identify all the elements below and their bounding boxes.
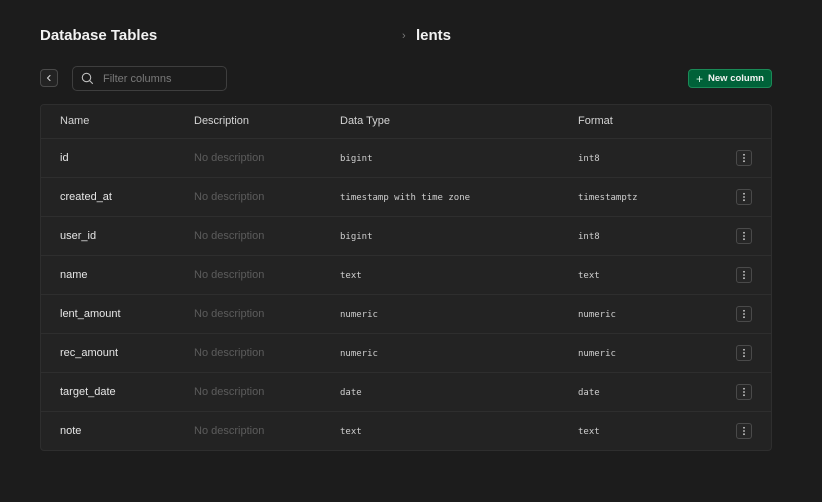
column-description: No description xyxy=(194,347,265,359)
column-description: No description xyxy=(194,269,265,281)
column-data-type: numeric xyxy=(340,310,378,320)
column-header-description: Description xyxy=(194,115,250,127)
column-format: text xyxy=(578,271,600,281)
table-header-row: Name Description Data Type Format xyxy=(41,105,771,139)
table-row[interactable]: rec_amount No description numeric numeric xyxy=(41,334,771,373)
more-vertical-icon xyxy=(742,270,746,280)
plus-icon: + xyxy=(696,71,704,86)
more-vertical-icon xyxy=(742,231,746,241)
columns-table: Name Description Data Type Format id No d… xyxy=(40,104,772,451)
row-actions-button[interactable] xyxy=(736,306,752,322)
row-actions-button[interactable] xyxy=(736,345,752,361)
column-name: user_id xyxy=(60,230,97,242)
column-description: No description xyxy=(194,230,265,242)
column-description: No description xyxy=(194,425,265,437)
column-data-type: text xyxy=(340,427,362,437)
column-format: date xyxy=(578,388,600,398)
back-button[interactable] xyxy=(40,69,58,87)
column-format: timestamptz xyxy=(578,193,638,203)
search-icon xyxy=(81,72,94,85)
column-format: int8 xyxy=(578,154,600,164)
column-name: target_date xyxy=(60,386,116,398)
row-actions-button[interactable] xyxy=(736,150,752,166)
table-row[interactable]: name No description text text xyxy=(41,256,771,295)
new-column-button[interactable]: + New column xyxy=(688,69,772,88)
more-vertical-icon xyxy=(742,348,746,358)
column-description: No description xyxy=(194,152,265,164)
breadcrumb-separator: › xyxy=(402,30,406,42)
column-data-type: bigint xyxy=(340,154,373,164)
more-vertical-icon xyxy=(742,387,746,397)
column-name: note xyxy=(60,425,82,437)
table-row[interactable]: user_id No description bigint int8 xyxy=(41,217,771,256)
column-header-name: Name xyxy=(60,115,90,127)
column-name: name xyxy=(60,269,88,281)
more-vertical-icon xyxy=(742,309,746,319)
more-vertical-icon xyxy=(742,426,746,436)
column-data-type: timestamp with time zone xyxy=(340,193,471,203)
row-actions-button[interactable] xyxy=(736,384,752,400)
column-description: No description xyxy=(194,308,265,320)
table-row[interactable]: lent_amount No description numeric numeric xyxy=(41,295,771,334)
table-row[interactable]: id No description bigint int8 xyxy=(41,139,771,178)
table-row[interactable]: created_at No description timestamp with t… xyxy=(41,178,771,217)
column-data-type: text xyxy=(340,271,362,281)
column-data-type: bigint xyxy=(340,232,373,242)
column-name: lent_amount xyxy=(60,308,121,320)
column-header-format: Format xyxy=(578,115,613,127)
column-data-type: date xyxy=(340,388,362,398)
column-data-type: numeric xyxy=(340,349,378,359)
new-column-label: New column xyxy=(708,73,764,84)
filter-columns-search xyxy=(72,66,227,91)
more-vertical-icon xyxy=(742,192,746,202)
row-actions-button[interactable] xyxy=(736,267,752,283)
column-format: numeric xyxy=(578,349,616,359)
row-actions-button[interactable] xyxy=(736,189,752,205)
row-actions-button[interactable] xyxy=(736,423,752,439)
more-vertical-icon xyxy=(742,153,746,163)
row-actions-button[interactable] xyxy=(736,228,752,244)
column-name: id xyxy=(60,152,69,164)
page-title: Database Tables xyxy=(40,27,158,44)
column-name: created_at xyxy=(60,191,112,203)
column-description: No description xyxy=(194,386,265,398)
filter-columns-input[interactable] xyxy=(101,71,215,86)
column-format: int8 xyxy=(578,232,600,242)
table-row[interactable]: note No description text text xyxy=(41,412,771,450)
column-name: rec_amount xyxy=(60,347,119,359)
column-format: numeric xyxy=(578,310,616,320)
table-name-title: lents xyxy=(416,27,452,44)
column-description: No description xyxy=(194,191,265,203)
table-row[interactable]: target_date No description date date xyxy=(41,373,771,412)
column-header-data-type: Data Type xyxy=(340,115,390,127)
chevron-left-icon xyxy=(45,74,53,82)
column-format: text xyxy=(578,427,600,437)
